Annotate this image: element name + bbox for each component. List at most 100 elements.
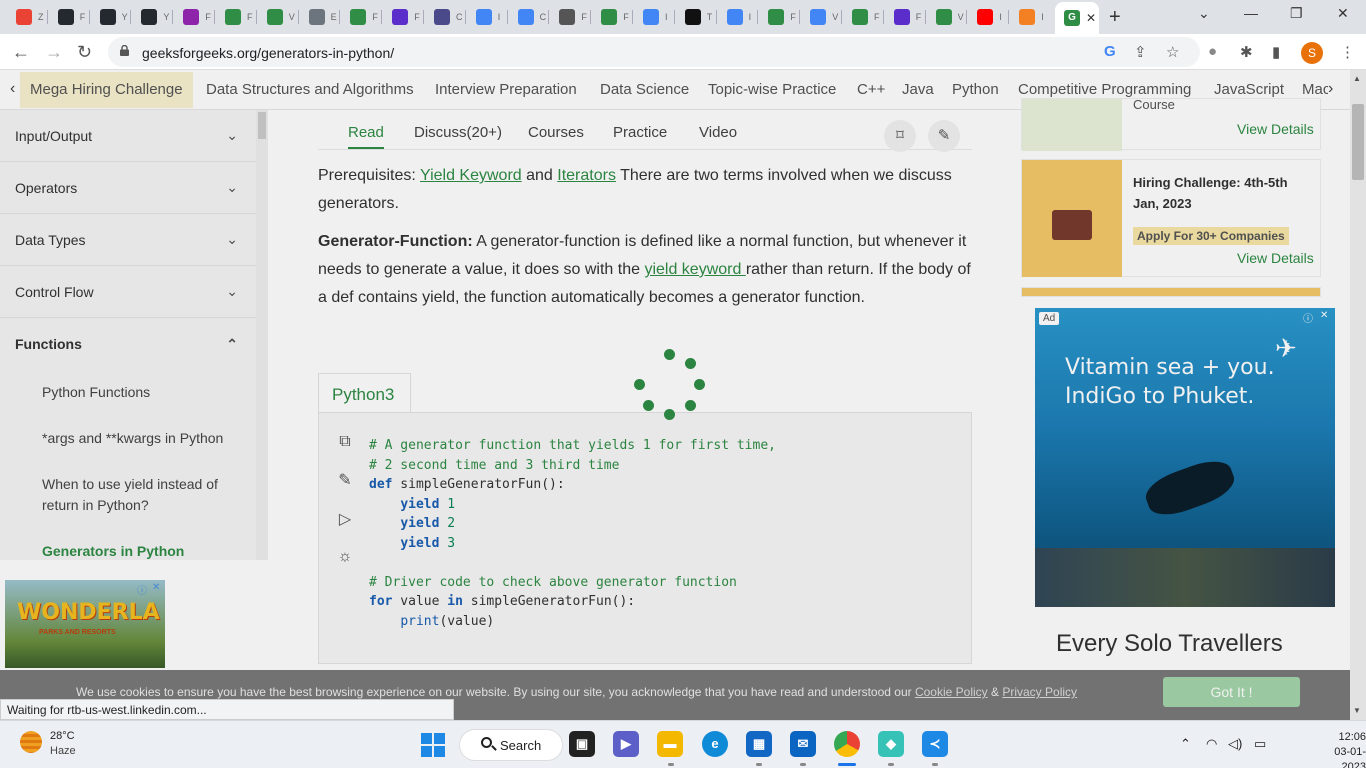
browser-tab[interactable]: F	[217, 6, 255, 28]
browser-tab[interactable]: Y	[133, 6, 171, 28]
topnav-item-java[interactable]: Java	[902, 81, 934, 98]
file-explorer-icon[interactable]: ▬	[657, 731, 683, 757]
got-it-button[interactable]: Got It !	[1163, 677, 1300, 707]
sidebar-subitem-python-functions[interactable]: Python Functions	[0, 382, 256, 403]
edit-pencil-icon[interactable]: ✎	[928, 120, 960, 152]
topnav-item-mac[interactable]: Mac	[1302, 81, 1328, 98]
new-tab-button[interactable]: +	[1109, 6, 1121, 29]
topnav-item-practice[interactable]: Topic-wise Practice	[708, 81, 836, 98]
sidebar-subitem-generators[interactable]: Generators in Python	[0, 541, 256, 560]
bookmark-icon[interactable]: ⌑	[884, 120, 916, 152]
edge-icon[interactable]: e	[702, 731, 728, 757]
teams-chat-icon[interactable]: ▶	[613, 731, 639, 757]
nav-prev-chevron-icon[interactable]: ‹	[10, 80, 15, 98]
tab-practice[interactable]: Practice	[613, 124, 667, 141]
topnav-item-cpp[interactable]: C++	[857, 81, 885, 98]
browser-tab[interactable]: C	[426, 6, 464, 28]
topnav-item-interview[interactable]: Interview Preparation	[435, 81, 577, 98]
weather-haze-icon[interactable]	[20, 731, 42, 753]
sidebar-subitem-args-kwargs[interactable]: *args and **kwargs in Python	[0, 428, 256, 449]
sidebar-scrollbar[interactable]	[256, 110, 268, 560]
browser-tab[interactable]: T	[677, 6, 715, 28]
share-icon[interactable]: ⇪	[1134, 43, 1147, 61]
topnav-item-data-science[interactable]: Data Science	[600, 81, 689, 98]
battery-icon[interactable]: ▭	[1254, 736, 1266, 752]
sidebar-item-functions[interactable]: Functions ⌃	[0, 318, 256, 370]
vscode-icon[interactable]: ≺	[922, 731, 948, 757]
active-tab[interactable]: G ✕	[1055, 2, 1099, 34]
iterators-link[interactable]: Iterators	[557, 167, 616, 184]
browser-tab[interactable]: F	[551, 6, 589, 28]
tab-read[interactable]: Read	[348, 124, 384, 149]
indigo-ad[interactable]: Ad ⓘ ✕ Vitamin sea + you. IndiGo to Phuke…	[1035, 308, 1335, 607]
browser-tab[interactable]: V	[259, 6, 297, 28]
browser-menu-icon[interactable]: ⋮	[1340, 43, 1355, 61]
tab-discuss[interactable]: Discuss(20+)	[414, 124, 502, 141]
ad-info-icon[interactable]: ⓘ	[137, 582, 147, 597]
reload-icon[interactable]: ↻	[77, 42, 92, 63]
hiring-challenge-card[interactable]: Hiring Challenge: 4th-5th Jan, 2023 Appl…	[1021, 159, 1321, 277]
wonderla-ad[interactable]: WONDERLA PARKS AND RESORTS ⓘ ✕	[5, 580, 165, 668]
ad-close-icon[interactable]: ✕	[1320, 310, 1328, 321]
tab-video[interactable]: Video	[699, 124, 737, 141]
back-icon[interactable]: ←	[12, 42, 30, 63]
browser-tab[interactable]: F	[593, 6, 631, 28]
sidebar-item-input-output[interactable]: Input/Output ⌄	[0, 110, 256, 162]
ad-info-icon[interactable]: ⓘ	[1303, 310, 1313, 325]
browser-tab[interactable]: F	[50, 6, 88, 28]
browser-tab[interactable]: I	[635, 6, 673, 28]
course-card[interactable]: Course View Details	[1021, 97, 1321, 151]
grammarly-extension-icon[interactable]: ●	[1208, 43, 1217, 60]
browser-tab[interactable]: I	[969, 6, 1007, 28]
microsoft-store-icon[interactable]: ▦	[746, 731, 772, 757]
browser-tab[interactable]: F	[175, 6, 213, 28]
browser-tab[interactable]: F	[384, 6, 422, 28]
sidebar-subitem-yield-vs-return[interactable]: When to use yield instead of return in P…	[0, 474, 256, 516]
app-diamond-icon[interactable]: ◆	[878, 731, 904, 757]
close-window-button[interactable]: ✕	[1337, 5, 1349, 22]
volume-icon[interactable]: ◁)	[1228, 736, 1242, 752]
sidebar-item-control-flow[interactable]: Control Flow ⌄	[0, 266, 256, 318]
profile-avatar[interactable]: S	[1301, 42, 1323, 64]
system-clock[interactable]: 12:06 03-01-2023	[1314, 730, 1366, 768]
topnav-item-dsa[interactable]: Data Structures and Algorithms	[206, 81, 414, 98]
browser-tab[interactable]: Y	[92, 6, 130, 28]
temperature[interactable]: 28°C	[50, 730, 75, 742]
browser-tab[interactable]: I	[468, 6, 506, 28]
browser-tab[interactable]: V	[928, 6, 966, 28]
browser-tab[interactable]: F	[844, 6, 882, 28]
tray-overflow-chevron-icon[interactable]: ⌃	[1180, 736, 1191, 752]
nav-next-chevron-icon[interactable]: ›	[1328, 80, 1333, 98]
view-details-link[interactable]: View Details	[1237, 250, 1314, 266]
view-details-link[interactable]: View Details	[1237, 121, 1314, 137]
taskbar-search[interactable]: Search	[459, 729, 563, 761]
browser-tab[interactable]: E	[301, 6, 339, 28]
sidebar-item-data-types[interactable]: Data Types ⌄	[0, 214, 256, 266]
windows-start-icon[interactable]	[421, 733, 445, 757]
address-bar[interactable]: geeksforgeeks.org/generators-in-python/ …	[108, 37, 1200, 67]
topnav-item-javascript[interactable]: JavaScript	[1214, 81, 1284, 98]
topnav-item-hiring[interactable]: Mega Hiring Challenge	[20, 72, 193, 108]
browser-tab[interactable]: F	[886, 6, 924, 28]
ad-close-icon[interactable]: ✕	[152, 582, 160, 593]
browser-tab[interactable]: C	[510, 6, 548, 28]
tab-search-icon[interactable]: ⌄	[1198, 5, 1210, 22]
topnav-item-cp[interactable]: Competitive Programming	[1018, 81, 1191, 98]
sidebar-scroll-thumb[interactable]	[258, 112, 266, 139]
browser-tab[interactable]: Z	[8, 6, 46, 28]
theme-sun-icon[interactable]: ☼	[332, 548, 358, 574]
browser-tab[interactable]: F	[760, 6, 798, 28]
code-language-tab[interactable]: Python3	[318, 373, 411, 413]
wifi-icon[interactable]: ◠	[1206, 736, 1217, 752]
google-lens-icon[interactable]: G	[1104, 43, 1116, 60]
mail-icon[interactable]: ✉	[790, 731, 816, 757]
side-panel-icon[interactable]: ▮	[1272, 43, 1280, 61]
browser-tab[interactable]: F	[342, 6, 380, 28]
scroll-up-arrow-icon[interactable]: ▲	[1353, 74, 1361, 83]
yield-keyword-inline-link[interactable]: yield keyword	[644, 261, 745, 278]
yield-keyword-link[interactable]: Yield Keyword	[420, 167, 522, 184]
chrome-icon[interactable]	[834, 731, 860, 757]
copy-icon[interactable]: ⧉	[332, 433, 358, 459]
bookmark-star-icon[interactable]: ☆	[1166, 43, 1179, 61]
extensions-puzzle-icon[interactable]: ✱	[1240, 43, 1253, 61]
